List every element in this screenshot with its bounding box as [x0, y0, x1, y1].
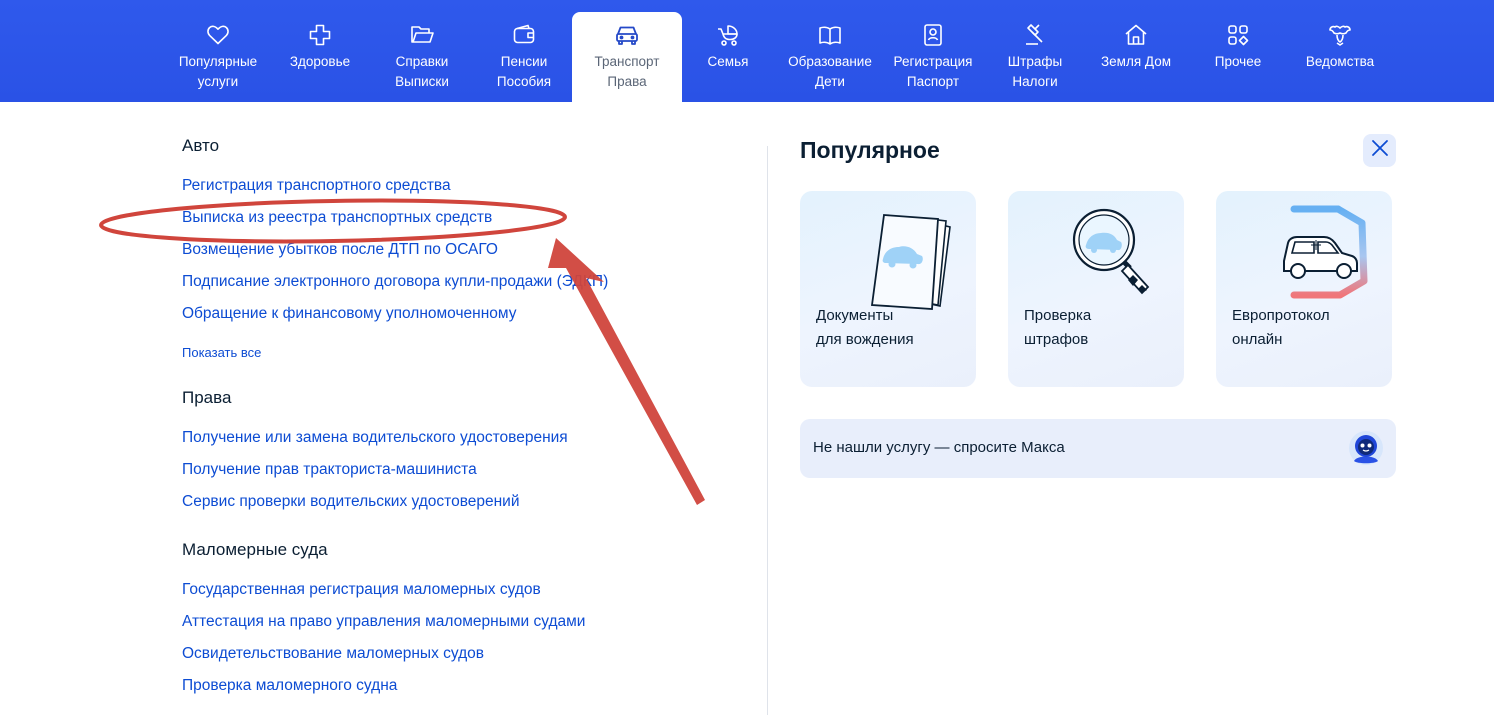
nav-item-label: Пособия [496, 74, 552, 89]
documents-car-icon [850, 201, 970, 311]
nav-item-health[interactable]: Здоровье [278, 12, 362, 102]
stroller-icon [715, 22, 741, 48]
nav-item-education[interactable]: Образование Дети [780, 12, 880, 102]
nav-item-registration[interactable]: Регистрация Паспорт [884, 12, 982, 102]
link-edkp-signing[interactable]: Подписание электронного договора купли-п… [182, 273, 608, 291]
nav-item-family[interactable]: Семья [696, 12, 760, 102]
car-icon [614, 22, 640, 48]
link-osago-compensation[interactable]: Возмещение убытков после ДТП по ОСАГО [182, 241, 498, 259]
nav-item-label: Семья [707, 54, 749, 69]
nav-item-label: Образование [788, 54, 872, 69]
nav-item-label: Здоровье [289, 54, 351, 69]
link-boat-certification[interactable]: Аттестация на право управления маломерны… [182, 613, 585, 631]
nav-item-label: Регистрация [893, 54, 973, 69]
link-vehicle-registration[interactable]: Регистрация транспортного средства [182, 177, 451, 195]
category-nav: Популярные услуги Здоровье Справки Выпис… [0, 0, 1494, 102]
card-label: Европротокол онлайн [1232, 307, 1330, 348]
gavel-icon [1022, 22, 1048, 48]
nav-item-label: Ведомства [1305, 54, 1375, 69]
heart-icon [205, 22, 231, 48]
popular-title: Популярное [800, 137, 940, 163]
link-financial-ombudsman[interactable]: Обращение к финансовому уполномоченному [182, 305, 516, 323]
health-cross-icon [307, 22, 333, 48]
magnifier-car-icon [1058, 201, 1178, 311]
nav-item-certificates[interactable]: Справки Выписки [376, 12, 468, 102]
wallet-icon [511, 22, 537, 48]
column-divider [767, 146, 768, 715]
nav-item-label: Транспорт [594, 54, 660, 69]
link-tractor-license[interactable]: Получение прав тракториста-машиниста [182, 461, 477, 479]
nav-item-agencies[interactable]: Ведомства [1294, 12, 1386, 102]
ask-max-text: Не нашли услугу — спросите Макса [813, 439, 1065, 456]
popular-card-check-fines[interactable]: Проверка штрафов [1008, 191, 1184, 387]
popular-card-europrotocol[interactable]: Европротокол онлайн [1216, 191, 1392, 387]
book-icon [817, 22, 843, 48]
close-icon [1371, 139, 1389, 162]
nav-item-popular[interactable]: Популярные услуги [166, 12, 270, 102]
nav-item-label: Налоги [1012, 74, 1058, 89]
car-outline-icon [1266, 201, 1386, 311]
section-title-boats: Маломерные суда [182, 540, 328, 559]
link-license-check[interactable]: Сервис проверки водительских удостоверен… [182, 493, 520, 511]
nav-item-other[interactable]: Прочее [1204, 12, 1272, 102]
nav-item-label: Земля Дом [1101, 54, 1171, 69]
link-boat-registration[interactable]: Государственная регистрация маломерных с… [182, 581, 541, 599]
grid-icon [1225, 22, 1251, 48]
link-boat-check[interactable]: Проверка маломерного судна [182, 677, 397, 695]
nav-item-transport[interactable]: Транспорт Права [572, 12, 682, 102]
passport-icon [920, 22, 946, 48]
nav-item-pensions[interactable]: Пенсии Пособия [480, 12, 568, 102]
nav-item-label: Права [607, 74, 647, 89]
house-icon [1123, 22, 1149, 48]
card-label: Проверка штрафов [1024, 307, 1092, 348]
link-vehicle-register-extract[interactable]: Выписка из реестра транспортных средств [182, 209, 492, 227]
nav-item-label: Пенсии [500, 54, 548, 69]
section-title-auto: Авто [182, 136, 220, 155]
nav-item-label: Штрафы [1007, 54, 1063, 69]
link-boat-inspection[interactable]: Освидетельствование маломерных судов [182, 645, 484, 663]
nav-item-land[interactable]: Земля Дом [1090, 12, 1182, 102]
nav-item-label: Выписки [395, 74, 449, 89]
nav-item-fines[interactable]: Штрафы Налоги [996, 12, 1074, 102]
nav-item-label: Популярные [178, 54, 258, 69]
nav-item-label: Дети [815, 74, 845, 89]
card-label: Документы для вождения [816, 307, 914, 348]
section-title-rights: Права [182, 388, 232, 407]
link-driver-license[interactable]: Получение или замена водительского удост… [182, 429, 568, 447]
ask-max-banner[interactable]: Не нашли услугу — спросите Макса [800, 419, 1396, 478]
nav-item-label: услуги [197, 74, 239, 89]
nav-item-label: Справки [395, 54, 449, 69]
folder-icon [409, 22, 435, 48]
nav-item-label: Прочее [1214, 54, 1262, 69]
max-robot-icon [1348, 430, 1384, 466]
emblem-icon [1327, 22, 1353, 48]
show-all-link[interactable]: Показать все [182, 345, 261, 360]
popular-card-driving-documents[interactable]: Документы для вождения [800, 191, 976, 387]
nav-item-label: Паспорт [906, 74, 960, 89]
close-button[interactable] [1363, 134, 1396, 167]
